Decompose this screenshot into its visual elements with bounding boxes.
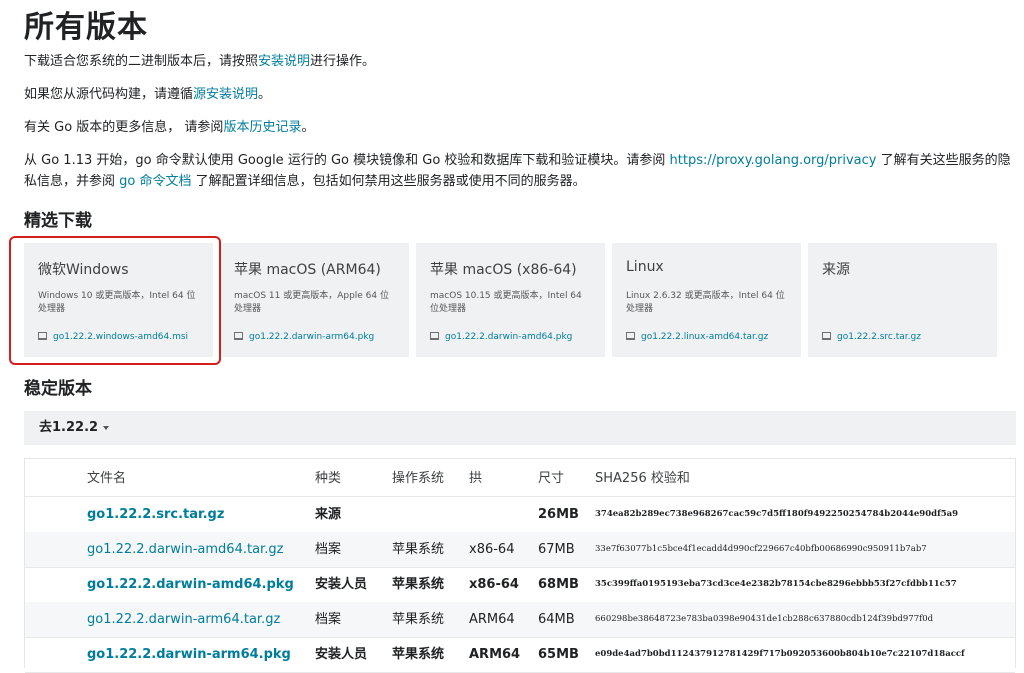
table-row: go1.22.2.darwin-arm64.tar.gz 档案 苹果系统 ARM… bbox=[25, 602, 1015, 638]
cell-sha256: 35c399ffa0195193eba73cd3ce4e2382b78154cb… bbox=[595, 579, 957, 589]
cell-kind: 来源 bbox=[315, 507, 342, 522]
intro-install: 下载适合您系统的二进制版本后，请按照安装说明进行操作。 bbox=[24, 51, 1016, 72]
proxy-privacy-link[interactable]: https://proxy.golang.org/privacy bbox=[670, 153, 877, 168]
cell-sha256: 374ea82b289ec738e968267cac59c7d5ff180f94… bbox=[595, 509, 959, 519]
release-history-link[interactable]: 版本历史记录 bbox=[223, 120, 301, 135]
card-title: Linux bbox=[626, 259, 664, 275]
intro-privacy: 从 Go 1.13 开始，go 命令默认使用 Google 运行的 Go 模块镜… bbox=[24, 150, 1016, 192]
windows-card-highlight bbox=[9, 236, 221, 365]
cell-sha256: e09de4ad7b0bd112437912781429f717b0920536… bbox=[595, 649, 965, 659]
card-desc: Linux 2.6.32 或更高版本，Intel 64 位处理器 bbox=[626, 291, 785, 314]
intro-text: 进行操作。 bbox=[310, 54, 376, 69]
col-filename: 文件名 bbox=[87, 471, 127, 486]
download-icon bbox=[822, 332, 831, 340]
cell-kind: 档案 bbox=[315, 612, 342, 627]
cell-sha256: 660298be38648723e783ba0398e90431de1cb288… bbox=[595, 614, 934, 624]
caret-down-icon bbox=[103, 425, 110, 430]
card-file-name: go1.22.2.darwin-arm64.pkg bbox=[249, 332, 375, 342]
cell-arch: ARM64 bbox=[469, 647, 521, 662]
card-title: 苹果 macOS (ARM64) bbox=[234, 262, 381, 278]
table-header: 文件名 种类 操作系统 拱 尺寸 SHA256 校验和 bbox=[25, 461, 1015, 497]
intro-text: 如果您从源代码构建，请遵循 bbox=[24, 87, 194, 102]
intro-text: 下载适合您系统的二进制版本后，请按照 bbox=[24, 54, 259, 69]
download-card-macos-x86[interactable]: 苹果 macOS (x86-64) macOS 10.15 或更高版本，Inte… bbox=[416, 243, 605, 357]
download-card-source[interactable]: 来源 go1.22.2.src.tar.gz bbox=[808, 243, 997, 357]
col-os: 操作系统 bbox=[392, 471, 445, 486]
file-link[interactable]: go1.22.2.darwin-amd64.pkg bbox=[87, 567, 294, 602]
download-icon bbox=[626, 332, 635, 340]
cell-size: 67MB bbox=[538, 542, 575, 557]
cell-os: 苹果系统 bbox=[392, 577, 445, 592]
card-file-name: go1.22.2.darwin-amd64.pkg bbox=[445, 332, 573, 342]
col-size: 尺寸 bbox=[538, 471, 565, 486]
file-link[interactable]: go1.22.2.darwin-amd64.tar.gz bbox=[87, 532, 283, 567]
card-file-name: go1.22.2.src.tar.gz bbox=[837, 332, 921, 342]
table-row: go1.22.2.darwin-amd64.tar.gz 档案 苹果系统 x86… bbox=[25, 532, 1015, 568]
intro-text: 了解配置详细信息，包括如何禁用这些服务器或使用不同的服务器。 bbox=[191, 174, 586, 189]
file-link[interactable]: go1.22.2.darwin-arm64.pkg bbox=[87, 637, 291, 672]
cell-size: 64MB bbox=[538, 612, 575, 627]
go-command-docs-link[interactable]: go 命令文档 bbox=[119, 174, 191, 189]
table-row: go1.22.2.darwin-arm64.pkg 安装人员 苹果系统 ARM6… bbox=[25, 637, 1015, 673]
download-icon bbox=[234, 332, 243, 340]
file-link[interactable]: go1.22.2.src.tar.gz bbox=[87, 497, 224, 532]
card-title: 来源 bbox=[822, 262, 850, 278]
intro-history: 有关 Go 版本的更多信息， 请参阅版本历史记录。 bbox=[24, 117, 1016, 138]
card-title: 苹果 macOS (x86-64) bbox=[430, 262, 577, 278]
cell-size: 65MB bbox=[538, 647, 579, 662]
card-file[interactable]: go1.22.2.darwin-amd64.pkg bbox=[430, 332, 572, 342]
downloads-table: 文件名 种类 操作系统 拱 尺寸 SHA256 校验和 go1.22.2.src… bbox=[24, 458, 1016, 673]
download-icon bbox=[430, 332, 439, 340]
cell-kind: 档案 bbox=[315, 542, 342, 557]
card-desc: macOS 11 或更高版本，Apple 64 位处理器 bbox=[234, 291, 389, 314]
cell-arch: x86-64 bbox=[469, 577, 519, 592]
version-toggle-label: 去1.22.2 bbox=[39, 420, 99, 435]
intro-text: 。 bbox=[301, 120, 315, 135]
card-file[interactable]: go1.22.2.darwin-arm64.pkg bbox=[234, 332, 374, 342]
download-card-linux[interactable]: Linux Linux 2.6.32 或更高版本，Intel 64 位处理器 g… bbox=[612, 243, 801, 357]
cell-arch: x86-64 bbox=[469, 542, 515, 557]
source-install-link[interactable]: 源安装说明 bbox=[193, 87, 258, 102]
featured-heading: 精选下载 bbox=[24, 211, 92, 231]
version-toggle[interactable]: 去1.22.2 bbox=[24, 411, 1016, 445]
card-file[interactable]: go1.22.2.src.tar.gz bbox=[822, 332, 921, 342]
cell-size: 26MB bbox=[538, 507, 579, 522]
intro-text: 从 Go 1.13 开始，go 命令默认使用 Google 运行的 Go 模块镜… bbox=[24, 153, 670, 168]
col-arch: 拱 bbox=[469, 471, 483, 486]
stable-heading: 稳定版本 bbox=[24, 379, 92, 399]
card-file-name: go1.22.2.linux-amd64.tar.gz bbox=[641, 332, 769, 342]
cell-os: 苹果系统 bbox=[392, 612, 445, 627]
cell-kind: 安装人员 bbox=[315, 647, 368, 662]
intro-source: 如果您从源代码构建，请遵循源安装说明。 bbox=[24, 84, 1016, 105]
intro-text: 有关 Go 版本的更多信息， 请参阅 bbox=[24, 120, 224, 135]
file-link[interactable]: go1.22.2.darwin-arm64.tar.gz bbox=[87, 602, 280, 637]
cell-arch: ARM64 bbox=[469, 612, 515, 627]
intro-text: 。 bbox=[258, 87, 272, 102]
cell-size: 68MB bbox=[538, 577, 579, 592]
page-title: 所有版本 bbox=[24, 10, 148, 45]
col-kind: 种类 bbox=[315, 471, 342, 486]
table-row: go1.22.2.src.tar.gz 来源 26MB 374ea82b289e… bbox=[25, 497, 1015, 533]
cell-sha256: 33e7f63077b1c5bce4f1ecadd4d990cf229667c4… bbox=[595, 544, 927, 554]
install-instructions-link[interactable]: 安装说明 bbox=[258, 54, 310, 69]
table-row: go1.22.2.darwin-amd64.pkg 安装人员 苹果系统 x86-… bbox=[25, 567, 1015, 603]
card-file[interactable]: go1.22.2.linux-amd64.tar.gz bbox=[626, 332, 768, 342]
cell-os: 苹果系统 bbox=[392, 647, 445, 662]
col-sha256: SHA256 校验和 bbox=[595, 471, 690, 486]
download-card-macos-arm64[interactable]: 苹果 macOS (ARM64) macOS 11 或更高版本，Apple 64… bbox=[220, 243, 409, 357]
card-desc: macOS 10.15 或更高版本，Intel 64 位处理器 bbox=[430, 291, 582, 314]
cell-kind: 安装人员 bbox=[315, 577, 368, 592]
cell-os: 苹果系统 bbox=[392, 542, 445, 557]
